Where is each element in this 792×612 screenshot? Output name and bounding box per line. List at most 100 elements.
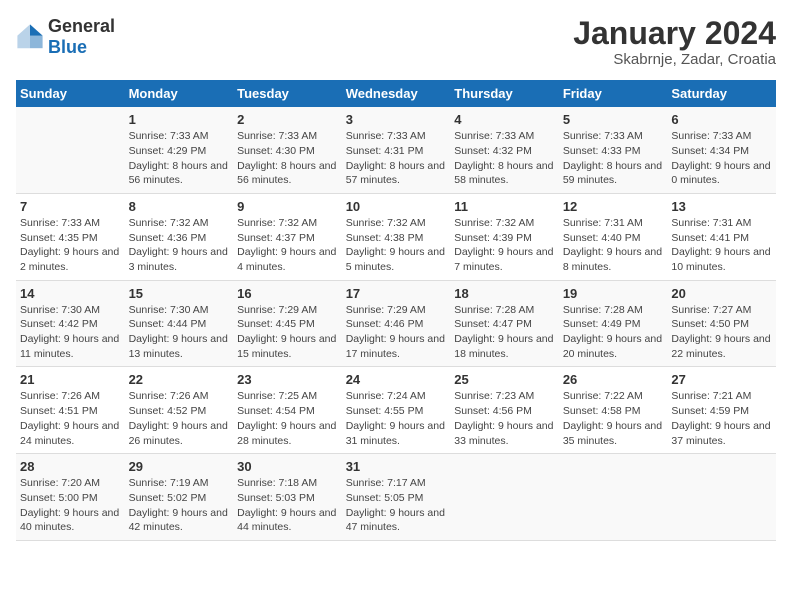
day-number: 13 bbox=[671, 199, 772, 214]
day-number: 1 bbox=[129, 112, 230, 127]
day-info: Sunrise: 7:33 AMSunset: 4:33 PMDaylight:… bbox=[563, 129, 664, 188]
cell-w2-d5: 11Sunrise: 7:32 AMSunset: 4:39 PMDayligh… bbox=[450, 193, 559, 280]
calendar-body: 1Sunrise: 7:33 AMSunset: 4:29 PMDaylight… bbox=[16, 107, 776, 540]
cell-w3-d5: 18Sunrise: 7:28 AMSunset: 4:47 PMDayligh… bbox=[450, 280, 559, 367]
day-number: 23 bbox=[237, 372, 338, 387]
cell-w1-d3: 2 Sunrise: 7:33 AMSunset: 4:30 PMDaylight… bbox=[233, 107, 342, 193]
calendar-table: Sunday Monday Tuesday Wednesday Thursday… bbox=[16, 80, 776, 541]
day-info: Sunrise: 7:17 AMSunset: 5:05 PMDaylight:… bbox=[346, 476, 447, 535]
cell-w2-d7: 13 Sunrise: 7:31 AMSunset: 4:41 PMDayligh… bbox=[667, 193, 776, 280]
week-row-1: 1Sunrise: 7:33 AMSunset: 4:29 PMDaylight… bbox=[16, 107, 776, 193]
day-number: 8 bbox=[129, 199, 230, 214]
day-info: Sunrise: 7:30 AMSunset: 4:42 PMDaylight:… bbox=[20, 303, 121, 362]
day-number: 9 bbox=[237, 199, 338, 214]
day-number: 12 bbox=[563, 199, 664, 214]
day-number: 15 bbox=[129, 286, 230, 301]
calendar-header: Sunday Monday Tuesday Wednesday Thursday… bbox=[16, 80, 776, 107]
day-number: 14 bbox=[20, 286, 121, 301]
day-number: 16 bbox=[237, 286, 338, 301]
cell-w5-d5 bbox=[450, 454, 559, 541]
day-number: 5 bbox=[563, 112, 664, 127]
day-info: Sunrise: 7:29 AMSunset: 4:45 PMDaylight:… bbox=[237, 303, 338, 362]
day-number: 3 bbox=[346, 112, 447, 127]
cell-w3-d6: 19 Sunrise: 7:28 AMSunset: 4:49 PMDayligh… bbox=[559, 280, 668, 367]
week-row-2: 7 Sunrise: 7:33 AMSunset: 4:35 PMDaylight… bbox=[16, 193, 776, 280]
day-info: Sunrise: 7:32 AMSunset: 4:39 PMDaylight:… bbox=[454, 216, 555, 275]
day-number: 29 bbox=[129, 459, 230, 474]
day-number: 26 bbox=[563, 372, 664, 387]
cell-w1-d2: 1Sunrise: 7:33 AMSunset: 4:29 PMDaylight… bbox=[125, 107, 234, 193]
cell-w1-d6: 5 Sunrise: 7:33 AMSunset: 4:33 PMDaylight… bbox=[559, 107, 668, 193]
day-info: Sunrise: 7:31 AMSunset: 4:40 PMDaylight:… bbox=[563, 216, 664, 275]
cell-w4-d2: 22Sunrise: 7:26 AMSunset: 4:52 PMDayligh… bbox=[125, 367, 234, 454]
cell-w3-d7: 20Sunrise: 7:27 AMSunset: 4:50 PMDayligh… bbox=[667, 280, 776, 367]
cell-w5-d3: 30 Sunrise: 7:18 AMSunset: 5:03 PMDayligh… bbox=[233, 454, 342, 541]
day-number: 24 bbox=[346, 372, 447, 387]
header-monday: Monday bbox=[125, 80, 234, 107]
logo-blue: Blue bbox=[48, 37, 87, 57]
cell-w4-d6: 26 Sunrise: 7:22 AMSunset: 4:58 PMDayligh… bbox=[559, 367, 668, 454]
header-thursday: Thursday bbox=[450, 80, 559, 107]
cell-w2-d6: 12 Sunrise: 7:31 AMSunset: 4:40 PMDayligh… bbox=[559, 193, 668, 280]
subtitle: Skabrnje, Zadar, Croatia bbox=[573, 51, 776, 68]
day-number: 17 bbox=[346, 286, 447, 301]
day-number: 22 bbox=[129, 372, 230, 387]
day-info: Sunrise: 7:29 AMSunset: 4:46 PMDaylight:… bbox=[346, 303, 447, 362]
day-info: Sunrise: 7:24 AMSunset: 4:55 PMDaylight:… bbox=[346, 389, 447, 448]
cell-w1-d7: 6Sunrise: 7:33 AMSunset: 4:34 PMDaylight… bbox=[667, 107, 776, 193]
week-row-3: 14 Sunrise: 7:30 AMSunset: 4:42 PMDayligh… bbox=[16, 280, 776, 367]
cell-w3-d2: 15 Sunrise: 7:30 AMSunset: 4:44 PMDayligh… bbox=[125, 280, 234, 367]
day-number: 19 bbox=[563, 286, 664, 301]
cell-w5-d4: 31Sunrise: 7:17 AMSunset: 5:05 PMDayligh… bbox=[342, 454, 451, 541]
day-number: 21 bbox=[20, 372, 121, 387]
day-info: Sunrise: 7:22 AMSunset: 4:58 PMDaylight:… bbox=[563, 389, 664, 448]
cell-w4-d4: 24 Sunrise: 7:24 AMSunset: 4:55 PMDayligh… bbox=[342, 367, 451, 454]
day-number: 7 bbox=[20, 199, 121, 214]
cell-w5-d2: 29Sunrise: 7:19 AMSunset: 5:02 PMDayligh… bbox=[125, 454, 234, 541]
day-info: Sunrise: 7:32 AMSunset: 4:38 PMDaylight:… bbox=[346, 216, 447, 275]
day-number: 2 bbox=[237, 112, 338, 127]
cell-w4-d7: 27 Sunrise: 7:21 AMSunset: 4:59 PMDayligh… bbox=[667, 367, 776, 454]
day-info: Sunrise: 7:31 AMSunset: 4:41 PMDaylight:… bbox=[671, 216, 772, 275]
cell-w5-d6 bbox=[559, 454, 668, 541]
cell-w3-d3: 16 Sunrise: 7:29 AMSunset: 4:45 PMDayligh… bbox=[233, 280, 342, 367]
day-info: Sunrise: 7:33 AMSunset: 4:30 PMDaylight:… bbox=[237, 129, 338, 188]
day-number: 28 bbox=[20, 459, 121, 474]
day-number: 4 bbox=[454, 112, 555, 127]
day-info: Sunrise: 7:32 AMSunset: 4:37 PMDaylight:… bbox=[237, 216, 338, 275]
cell-w2-d3: 9 Sunrise: 7:32 AMSunset: 4:37 PMDaylight… bbox=[233, 193, 342, 280]
logo-icon bbox=[16, 23, 44, 51]
logo: General Blue bbox=[16, 16, 115, 58]
day-info: Sunrise: 7:30 AMSunset: 4:44 PMDaylight:… bbox=[129, 303, 230, 362]
day-number: 30 bbox=[237, 459, 338, 474]
header-friday: Friday bbox=[559, 80, 668, 107]
day-info: Sunrise: 7:21 AMSunset: 4:59 PMDaylight:… bbox=[671, 389, 772, 448]
day-info: Sunrise: 7:18 AMSunset: 5:03 PMDaylight:… bbox=[237, 476, 338, 535]
day-number: 27 bbox=[671, 372, 772, 387]
day-info: Sunrise: 7:33 AMSunset: 4:35 PMDaylight:… bbox=[20, 216, 121, 275]
cell-w1-d4: 3 Sunrise: 7:33 AMSunset: 4:31 PMDaylight… bbox=[342, 107, 451, 193]
header-wednesday: Wednesday bbox=[342, 80, 451, 107]
day-info: Sunrise: 7:25 AMSunset: 4:54 PMDaylight:… bbox=[237, 389, 338, 448]
week-row-4: 21 Sunrise: 7:26 AMSunset: 4:51 PMDayligh… bbox=[16, 367, 776, 454]
logo-general: General bbox=[48, 16, 115, 36]
main-title: January 2024 bbox=[573, 16, 776, 51]
day-info: Sunrise: 7:27 AMSunset: 4:50 PMDaylight:… bbox=[671, 303, 772, 362]
day-info: Sunrise: 7:23 AMSunset: 4:56 PMDaylight:… bbox=[454, 389, 555, 448]
cell-w4-d5: 25 Sunrise: 7:23 AMSunset: 4:56 PMDayligh… bbox=[450, 367, 559, 454]
cell-w3-d1: 14 Sunrise: 7:30 AMSunset: 4:42 PMDayligh… bbox=[16, 280, 125, 367]
day-info: Sunrise: 7:28 AMSunset: 4:49 PMDaylight:… bbox=[563, 303, 664, 362]
page-header: General Blue January 2024 Skabrnje, Zada… bbox=[16, 16, 776, 68]
cell-w2-d4: 10 Sunrise: 7:32 AMSunset: 4:38 PMDayligh… bbox=[342, 193, 451, 280]
day-info: Sunrise: 7:33 AMSunset: 4:31 PMDaylight:… bbox=[346, 129, 447, 188]
day-number: 10 bbox=[346, 199, 447, 214]
title-section: January 2024 Skabrnje, Zadar, Croatia bbox=[573, 16, 776, 68]
day-info: Sunrise: 7:20 AMSunset: 5:00 PMDaylight:… bbox=[20, 476, 121, 535]
cell-w3-d4: 17 Sunrise: 7:29 AMSunset: 4:46 PMDayligh… bbox=[342, 280, 451, 367]
day-number: 25 bbox=[454, 372, 555, 387]
day-info: Sunrise: 7:26 AMSunset: 4:51 PMDaylight:… bbox=[20, 389, 121, 448]
day-number: 6 bbox=[671, 112, 772, 127]
cell-w2-d2: 8Sunrise: 7:32 AMSunset: 4:36 PMDaylight… bbox=[125, 193, 234, 280]
cell-w5-d1: 28 Sunrise: 7:20 AMSunset: 5:00 PMDayligh… bbox=[16, 454, 125, 541]
cell-w4-d3: 23 Sunrise: 7:25 AMSunset: 4:54 PMDayligh… bbox=[233, 367, 342, 454]
